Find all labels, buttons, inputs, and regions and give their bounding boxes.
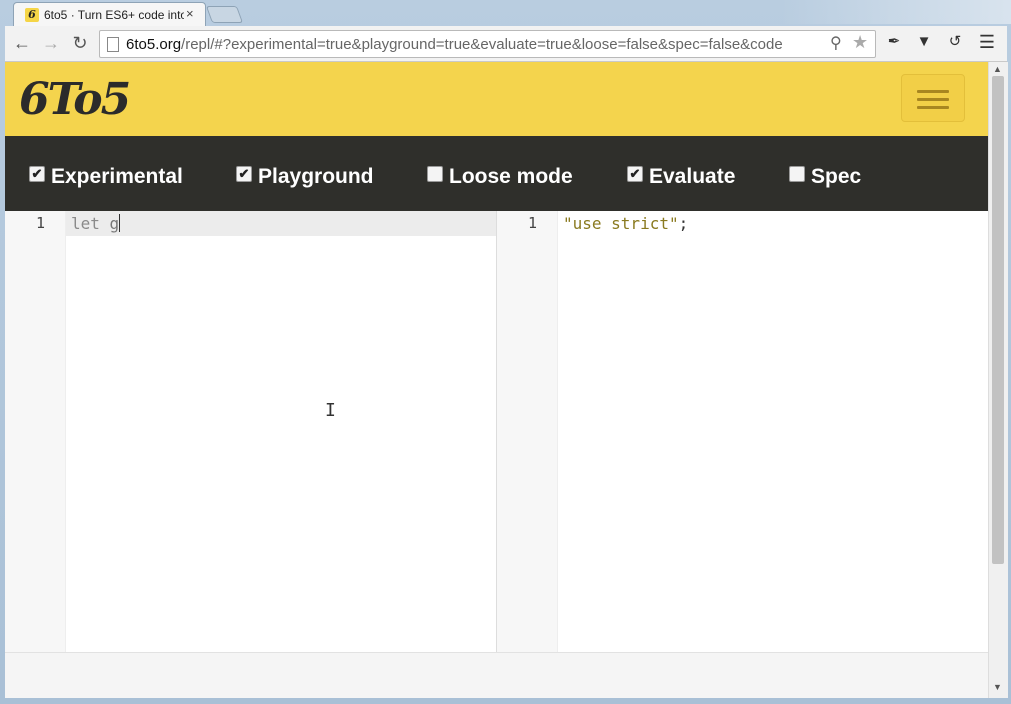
tab-title: 6to5 · Turn ES6+ code into <box>44 8 184 22</box>
editors-area: 1 let g 1 "use strict"; <box>5 211 988 698</box>
input-gutter: 1 <box>5 211 66 652</box>
feather-icon[interactable]: ✒ <box>885 33 903 51</box>
option-label: Experimental <box>51 165 183 188</box>
favicon-icon: 6 <box>25 8 39 22</box>
scroll-up-icon[interactable]: ▲ <box>993 64 1002 74</box>
checkbox-playground[interactable]: ✔ <box>236 166 252 182</box>
site-logo[interactable]: 6To5 <box>19 72 134 127</box>
option-label: Spec <box>811 165 862 188</box>
address-bar[interactable]: 6to5.org/repl/#?experimental=true&playgr… <box>99 30 876 58</box>
hamburger-bar <box>917 98 949 101</box>
scroll-down-icon[interactable]: ▼ <box>993 682 1002 692</box>
url-path: /repl/#?experimental=true&playground=tru… <box>181 36 783 52</box>
text-cursor <box>119 214 121 232</box>
reload-icon[interactable]: ↻ <box>69 32 91 54</box>
line-number: 1 <box>527 214 537 232</box>
code-identifier: g <box>99 214 120 233</box>
hamburger-icon <box>917 90 949 93</box>
option-label: Evaluate <box>649 165 736 188</box>
line-number: 1 <box>35 214 45 232</box>
back-icon[interactable]: ← <box>11 32 33 54</box>
checkbox-loose-mode[interactable] <box>427 166 443 182</box>
scroll-thumb[interactable] <box>992 76 1004 564</box>
hamburger-bar <box>917 106 949 109</box>
menu-icon[interactable]: ☰ <box>978 33 996 51</box>
sync-icon[interactable]: ↺ <box>946 33 964 51</box>
output-gutter: 1 <box>497 211 558 652</box>
browser-window: 6 6to5 · Turn ES6+ code into × ← → ↻ 6to… <box>0 0 1011 704</box>
checkbox-evaluate[interactable]: ✔ <box>627 166 643 182</box>
output-code-line[interactable]: "use strict"; <box>563 214 688 233</box>
options-bar: ✔ Experimental ✔ Playground Loose mode ✔… <box>5 136 988 211</box>
new-tab-button[interactable] <box>205 6 244 23</box>
page-icon <box>107 37 119 52</box>
ibeam-cursor-icon: I <box>325 400 336 421</box>
close-tab-icon[interactable]: × <box>186 6 194 21</box>
window-titlebar <box>780 0 1011 24</box>
url-host: 6to5.org <box>126 36 182 52</box>
checkbox-experimental[interactable]: ✔ <box>29 166 45 182</box>
page-content: 6To5 ✔ Experimental ✔ Playground Loose m… <box>5 62 988 698</box>
code-string: "use strict" <box>563 214 679 233</box>
zoom-icon[interactable]: ⚲ <box>830 33 842 53</box>
output-editor[interactable]: 1 "use strict"; <box>497 211 988 652</box>
site-header: 6To5 <box>5 62 988 136</box>
pocket-icon[interactable]: ▼ <box>915 33 933 51</box>
browser-toolbar: ← → ↻ 6to5.org/repl/#?experimental=true&… <box>5 26 1007 62</box>
nav-toggle-button[interactable] <box>901 74 965 122</box>
editor-footer <box>5 652 988 698</box>
page-scrollbar[interactable]: ▲ ▼ <box>988 62 1008 698</box>
forward-icon[interactable]: → <box>40 32 62 54</box>
option-label: Loose mode <box>449 165 573 188</box>
checkbox-spec[interactable] <box>789 166 805 182</box>
input-editor[interactable]: 1 let g <box>5 211 496 652</box>
url-text[interactable]: 6to5.org/repl/#?experimental=true&playgr… <box>126 36 826 52</box>
option-label: Playground <box>258 165 374 188</box>
code-keyword: let <box>71 214 100 233</box>
browser-tab[interactable]: 6 6to5 · Turn ES6+ code into × <box>13 2 206 27</box>
star-icon[interactable]: ★ <box>852 32 868 53</box>
input-code-line[interactable]: let g <box>71 214 121 233</box>
code-punctuation: ; <box>678 214 689 233</box>
